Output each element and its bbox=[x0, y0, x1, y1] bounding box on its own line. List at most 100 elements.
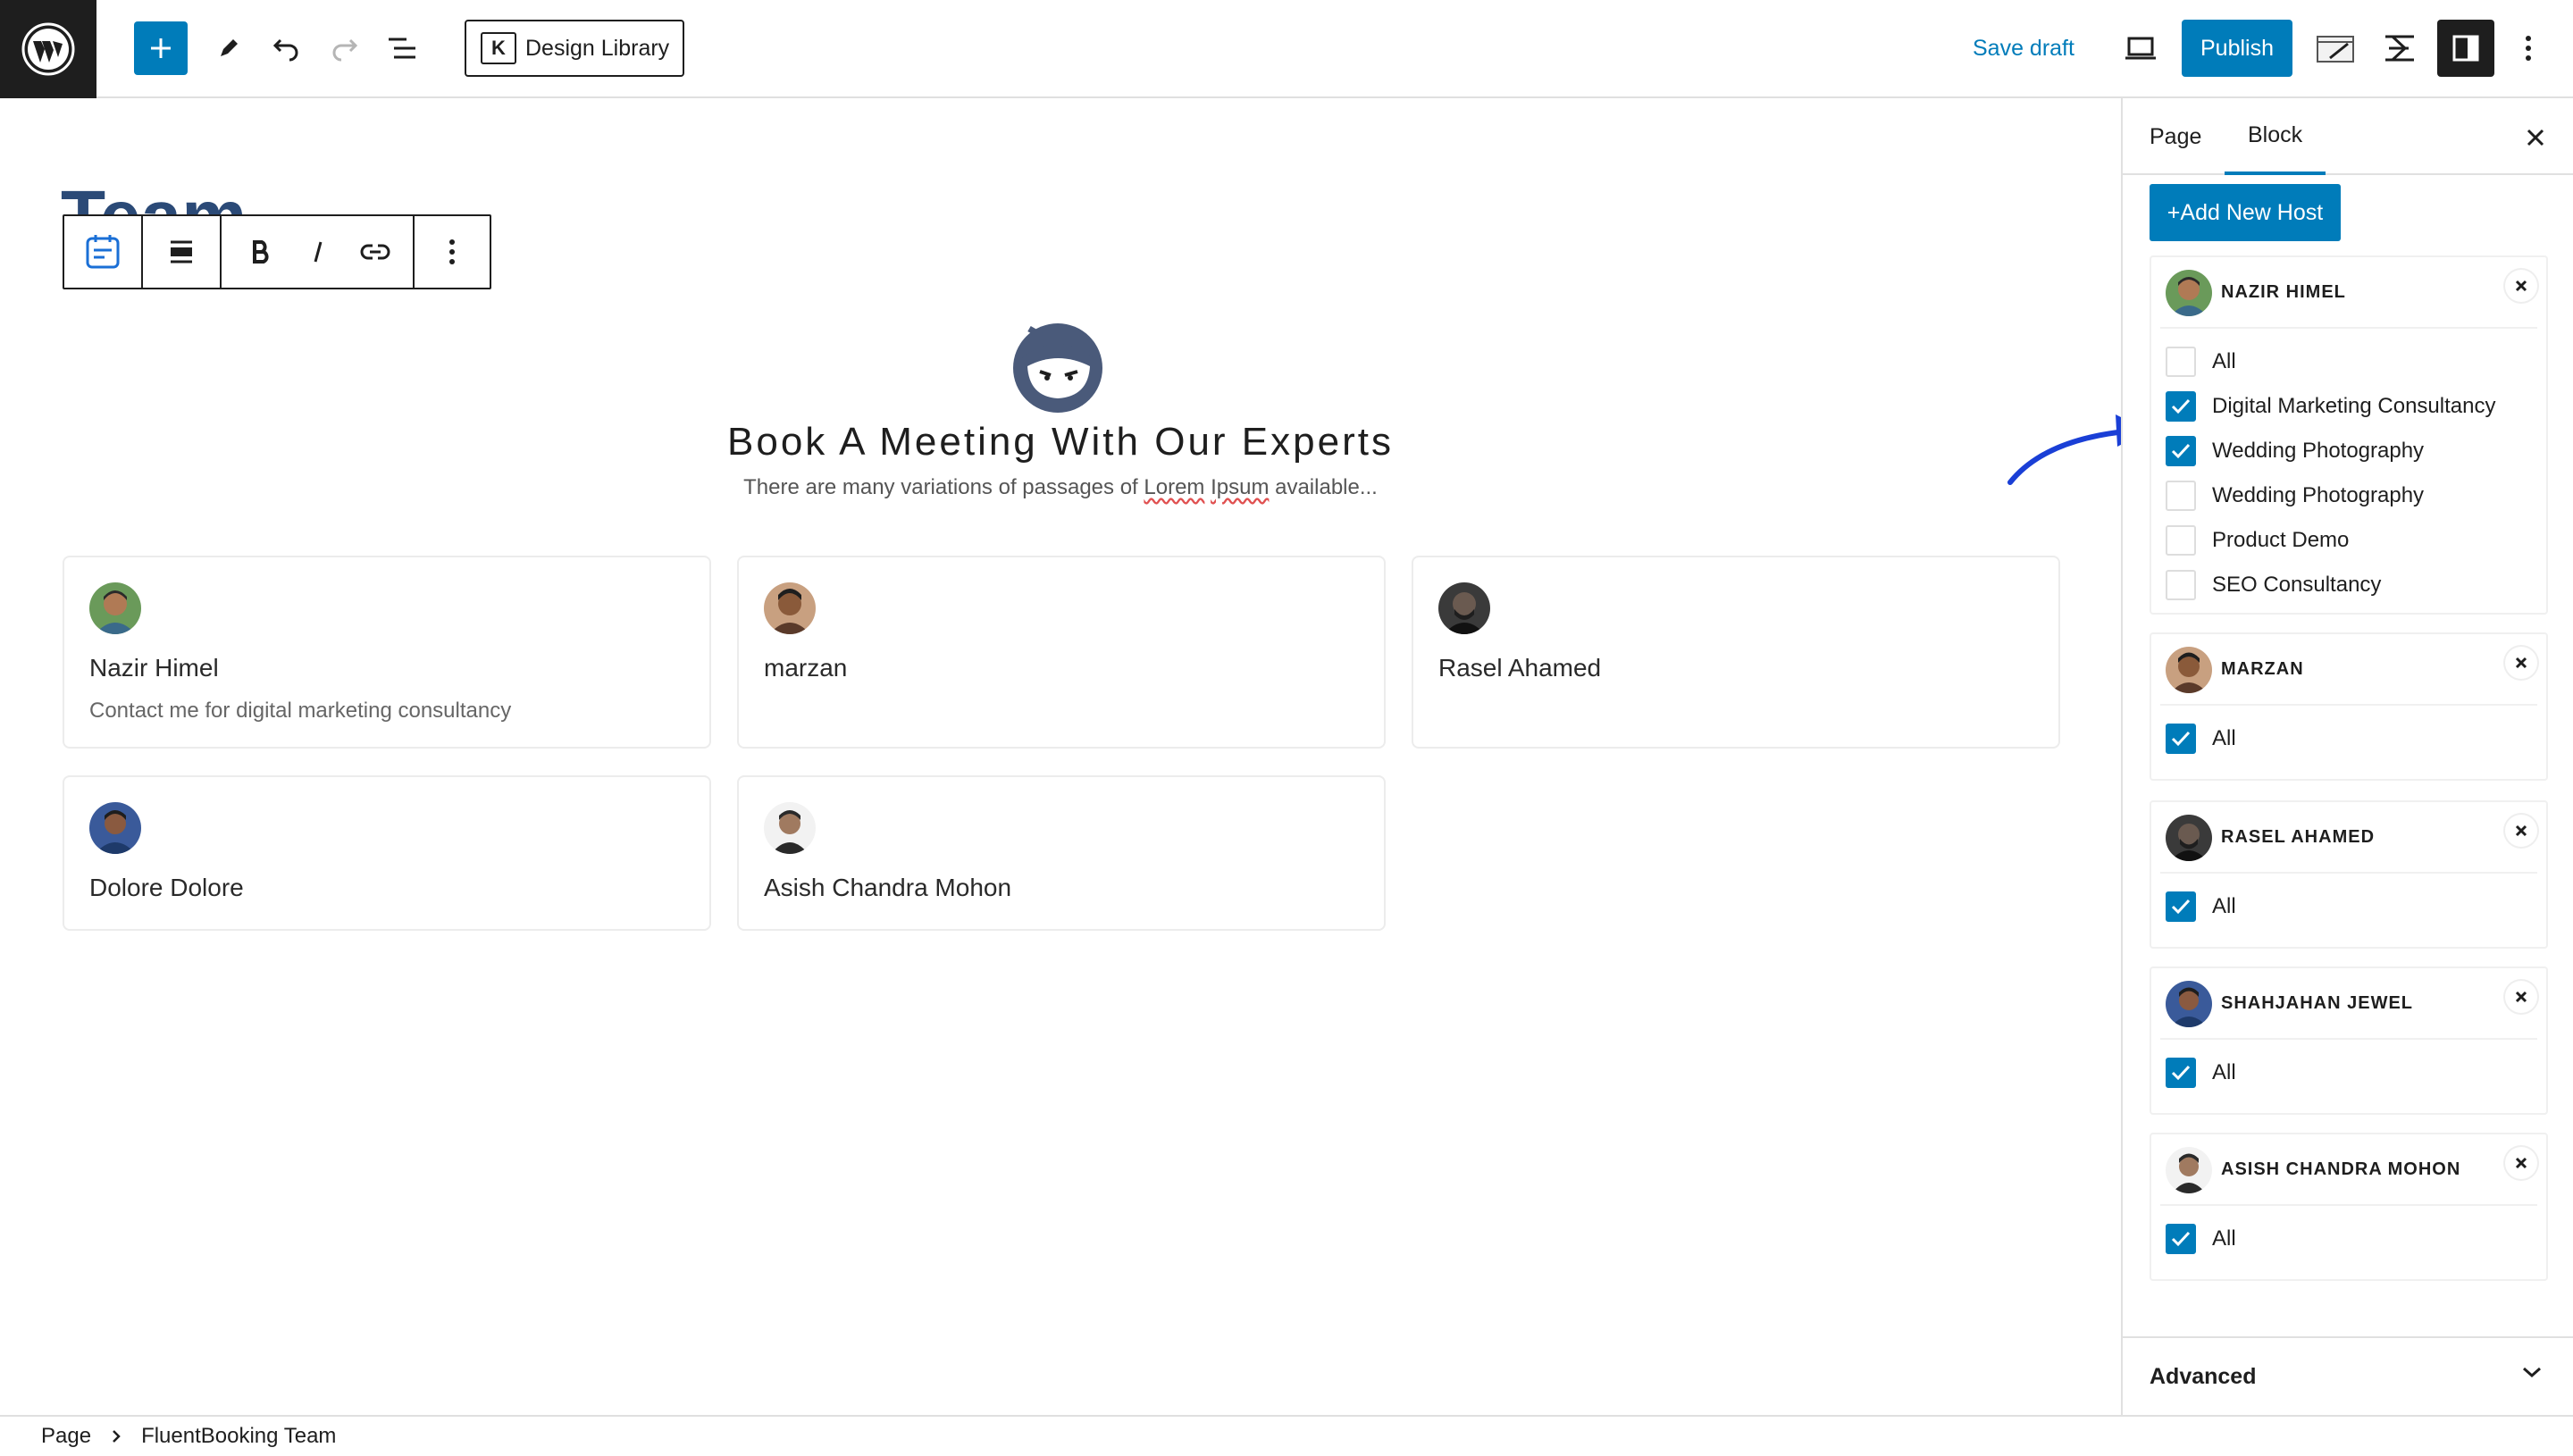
design-library-button[interactable]: K Design Library bbox=[465, 20, 684, 77]
service-checkbox[interactable] bbox=[2166, 724, 2196, 754]
block-type-button[interactable] bbox=[64, 216, 143, 288]
preview-button[interactable] bbox=[2114, 21, 2167, 75]
avatar bbox=[1438, 582, 1490, 634]
advanced-panel-toggle[interactable]: Advanced bbox=[2123, 1336, 2573, 1415]
host-card-nazir-himel: NAZIR HIMEL All Digital Marketing Consul… bbox=[2150, 255, 2548, 615]
avatar bbox=[764, 582, 816, 634]
avatar bbox=[2166, 647, 2212, 693]
undo-button[interactable] bbox=[259, 21, 313, 75]
service-option-all[interactable]: All bbox=[2151, 884, 2546, 929]
top-toolbar: K Design Library Save draft Publish bbox=[0, 0, 2573, 98]
service-option-all[interactable]: All bbox=[2151, 1217, 2546, 1261]
close-icon bbox=[2527, 129, 2544, 146]
page-settings-button[interactable] bbox=[2309, 21, 2362, 75]
service-option-all[interactable]: All bbox=[2151, 716, 2546, 761]
service-checkbox[interactable] bbox=[2166, 1058, 2196, 1088]
tab-page[interactable]: Page bbox=[2150, 98, 2201, 175]
settings-panel-toggle-button[interactable] bbox=[2437, 20, 2494, 77]
host-name: RASEL AHAMED bbox=[2221, 827, 2376, 847]
design-library-icon: K bbox=[481, 32, 516, 64]
document-overview-button[interactable] bbox=[375, 21, 429, 75]
remove-host-button[interactable] bbox=[2505, 270, 2537, 302]
service-checkbox[interactable] bbox=[2166, 347, 2196, 377]
options-menu-button[interactable] bbox=[2502, 21, 2555, 75]
page-title[interactable]: Team bbox=[61, 168, 247, 218]
service-checkbox[interactable] bbox=[2166, 436, 2196, 466]
team-card-dolore-dolore[interactable]: Dolore Dolore bbox=[63, 775, 711, 931]
service-label: Wedding Photography bbox=[2212, 483, 2425, 507]
remove-host-button[interactable] bbox=[2505, 1147, 2537, 1179]
block-toolbar bbox=[63, 214, 491, 289]
checkmark-icon bbox=[2171, 443, 2191, 459]
service-list: All bbox=[2151, 706, 2546, 761]
avatar bbox=[2166, 815, 2212, 861]
service-label: All bbox=[2212, 1060, 2236, 1084]
breadcrumb-root[interactable]: Page bbox=[41, 1424, 91, 1449]
remove-host-button[interactable] bbox=[2505, 981, 2537, 1013]
subline-text-end: available... bbox=[1269, 475, 1378, 499]
bold-button[interactable] bbox=[232, 216, 289, 288]
add-block-button[interactable] bbox=[134, 21, 188, 75]
service-option-wedding-photography-2[interactable]: Wedding Photography bbox=[2151, 473, 2546, 518]
host-card-shahjahan-jewel: SHAHJAHAN JEWEL All bbox=[2150, 966, 2548, 1115]
remove-host-button[interactable] bbox=[2505, 815, 2537, 847]
service-option-all[interactable]: All bbox=[2151, 1050, 2546, 1095]
sidebar-panel-icon bbox=[2452, 35, 2479, 62]
team-card-nazir-himel[interactable]: Nazir Himel Contact me for digital marke… bbox=[63, 556, 711, 749]
tools-button[interactable] bbox=[202, 21, 256, 75]
team-card-asish-chandra-mohon[interactable]: Asish Chandra Mohon bbox=[737, 775, 1386, 931]
service-option-digital-marketing[interactable]: Digital Marketing Consultancy bbox=[2151, 384, 2546, 429]
service-option-wedding-photography[interactable]: Wedding Photography bbox=[2151, 429, 2546, 473]
host-header: ASISH CHANDRA MOHON bbox=[2160, 1134, 2537, 1206]
host-name: SHAHJAHAN JEWEL bbox=[2221, 993, 2414, 1013]
publish-button[interactable]: Publish bbox=[2182, 20, 2292, 77]
service-option-product-demo[interactable]: Product Demo bbox=[2151, 518, 2546, 563]
host-header: RASEL AHAMED bbox=[2160, 802, 2537, 874]
service-checkbox[interactable] bbox=[2166, 391, 2196, 422]
avatar bbox=[89, 802, 141, 854]
subline-lorem: Lorem bbox=[1144, 475, 1205, 499]
settings-sidebar: Page Block +Add New Host NAZIR HIMEL All… bbox=[2121, 98, 2573, 1415]
italic-button[interactable] bbox=[289, 216, 347, 288]
card-name: Nazir Himel bbox=[89, 654, 219, 682]
redo-button[interactable] bbox=[318, 21, 372, 75]
save-draft-button[interactable]: Save draft bbox=[1973, 21, 2074, 75]
align-button[interactable] bbox=[143, 216, 222, 288]
close-icon bbox=[2515, 991, 2527, 1003]
pencil-icon bbox=[221, 39, 238, 56]
fluent-plugin-button[interactable] bbox=[2373, 21, 2426, 75]
card-name: Asish Chandra Mohon bbox=[764, 874, 1012, 901]
service-list: All Digital Marketing Consultancy Weddin… bbox=[2151, 329, 2546, 607]
host-card-rasel-ahamed: RASEL AHAMED All bbox=[2150, 800, 2548, 949]
service-label: SEO Consultancy bbox=[2212, 573, 2382, 597]
breadcrumb-current[interactable]: FluentBooking Team bbox=[141, 1424, 336, 1449]
add-new-host-button[interactable]: +Add New Host bbox=[2150, 184, 2341, 241]
service-label: Digital Marketing Consultancy bbox=[2212, 394, 2496, 418]
service-checkbox[interactable] bbox=[2166, 1224, 2196, 1254]
service-checkbox[interactable] bbox=[2166, 891, 2196, 922]
block-options-button[interactable] bbox=[415, 216, 490, 288]
team-card-marzan[interactable]: marzan bbox=[737, 556, 1386, 749]
host-header: SHAHJAHAN JEWEL bbox=[2160, 968, 2537, 1040]
service-checkbox[interactable] bbox=[2166, 481, 2196, 511]
ninja-mascot-icon bbox=[1013, 323, 1102, 413]
service-checkbox[interactable] bbox=[2166, 570, 2196, 600]
service-option-all[interactable]: All bbox=[2151, 339, 2546, 384]
service-label: All bbox=[2212, 726, 2236, 750]
avatar bbox=[2166, 981, 2212, 1027]
close-sidebar-button[interactable] bbox=[2518, 120, 2553, 155]
avatar bbox=[89, 582, 141, 634]
booking-block-icon bbox=[86, 235, 120, 269]
team-card-rasel-ahamed[interactable]: Rasel Ahamed bbox=[1412, 556, 2060, 749]
bold-icon bbox=[253, 240, 269, 264]
service-checkbox[interactable] bbox=[2166, 525, 2196, 556]
link-button[interactable] bbox=[347, 216, 404, 288]
avatar bbox=[2166, 270, 2212, 316]
tab-block[interactable]: Block bbox=[2225, 98, 2326, 175]
editor-canvas: Team Book A Meeting With Our Experts The… bbox=[0, 98, 2148, 1415]
remove-host-button[interactable] bbox=[2505, 647, 2537, 679]
advanced-label: Advanced bbox=[2150, 1363, 2257, 1389]
sidebar-tabs: Page Block bbox=[2123, 98, 2573, 175]
wordpress-logo-icon[interactable] bbox=[0, 0, 96, 98]
service-option-seo-consultancy[interactable]: SEO Consultancy bbox=[2151, 563, 2546, 607]
